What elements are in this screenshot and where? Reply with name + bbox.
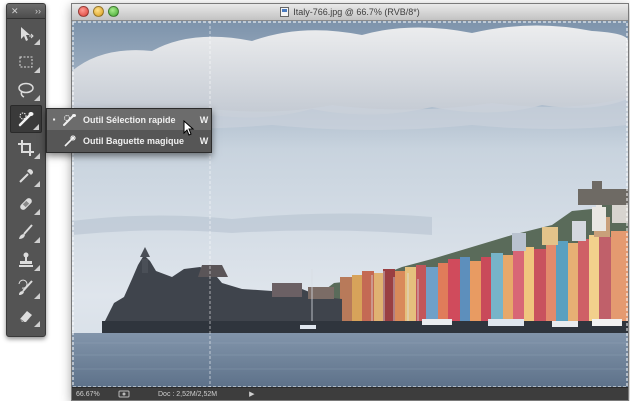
tools-panel-header: ✕ ›› <box>7 4 45 19</box>
document-icon <box>280 7 290 17</box>
eraser-icon <box>19 311 32 323</box>
stamp-icon <box>19 252 33 267</box>
shortcut-key: W <box>199 135 209 146</box>
close-window-button[interactable] <box>78 6 89 17</box>
more-tools-indicator <box>34 181 40 187</box>
eraser-tool[interactable] <box>10 303 42 329</box>
menu-item-label: Outil Baguette magique <box>83 135 185 146</box>
zoom-window-button[interactable] <box>108 6 119 17</box>
selected-bullet-icon: ▪ <box>52 115 56 124</box>
collapse-icon[interactable]: ›› <box>35 4 41 18</box>
more-tools-indicator <box>34 265 40 271</box>
quick-selection-tool[interactable] <box>10 105 42 133</box>
eyedropper-icon <box>19 169 33 183</box>
zoom-level[interactable]: 66.67% <box>72 391 112 398</box>
gradient-tool[interactable] <box>10 331 42 337</box>
image-canvas[interactable] <box>72 21 628 388</box>
more-tools-indicator <box>34 209 40 215</box>
move-icon <box>21 27 34 41</box>
quick-selection-icon <box>61 112 79 128</box>
clone-stamp-tool[interactable] <box>10 247 42 273</box>
more-tools-indicator <box>34 321 40 327</box>
lasso-tool[interactable] <box>10 77 42 103</box>
window-controls <box>78 6 123 17</box>
brush-tool[interactable] <box>10 219 42 245</box>
marquee-icon <box>19 56 33 68</box>
more-tools-indicator <box>34 293 40 299</box>
mouse-cursor-icon <box>183 120 195 136</box>
tools-panel: ✕ ›› <box>6 3 46 337</box>
more-tools-indicator <box>34 153 40 159</box>
document-window: Italy-766.jpg @ 66.7% (RVB/8*) 66.67% Do… <box>71 3 629 401</box>
healing-brush-tool[interactable] <box>10 191 42 217</box>
more-tools-indicator <box>33 124 39 130</box>
more-tools-indicator <box>34 95 40 101</box>
brush-icon <box>19 224 33 239</box>
status-info-icon[interactable] <box>118 390 130 398</box>
crop-tool[interactable] <box>10 135 42 161</box>
document-size: Doc : 2,52M/2,52M <box>158 390 218 398</box>
document-title-text: Italy-766.jpg @ 66.7% (RVB/8*) <box>293 7 420 17</box>
magic-wand-icon <box>61 133 79 149</box>
history-brush-icon <box>18 279 33 295</box>
menu-item-label: Outil Sélection rapide <box>83 114 176 125</box>
document-titlebar[interactable]: Italy-766.jpg @ 66.7% (RVB/8*) <box>72 4 628 21</box>
close-icon[interactable]: ✕ <box>11 4 19 18</box>
lasso-icon <box>18 82 34 98</box>
crop-icon <box>18 140 34 156</box>
bandage-icon <box>20 198 32 210</box>
eyedropper-tool[interactable] <box>10 163 42 189</box>
more-tools-indicator <box>34 237 40 243</box>
more-tools-indicator <box>34 67 40 73</box>
minimize-window-button[interactable] <box>93 6 104 17</box>
status-bar: 66.67% Doc : 2,52M/2,52M ▶ <box>72 387 628 400</box>
shortcut-key: W <box>199 114 209 125</box>
document-title: Italy-766.jpg @ 66.7% (RVB/8*) <box>280 7 420 17</box>
move-tool[interactable] <box>10 21 42 47</box>
photo-portovenere <box>72 21 628 388</box>
gradient-icon <box>16 334 36 337</box>
marquee-tool[interactable] <box>10 49 42 75</box>
more-tools-indicator <box>34 39 40 45</box>
status-menu-arrow-icon[interactable]: ▶ <box>249 390 254 398</box>
history-brush-tool[interactable] <box>10 275 42 301</box>
